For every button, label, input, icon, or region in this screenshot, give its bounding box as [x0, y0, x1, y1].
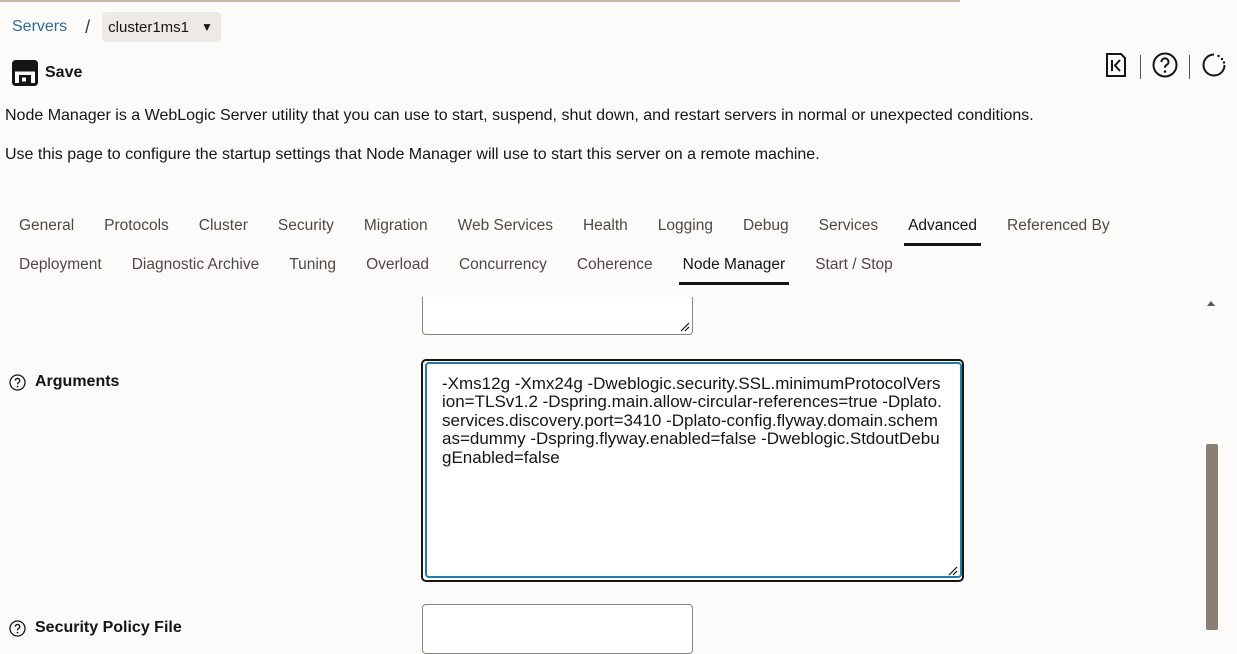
tab-overload[interactable]: Overload: [366, 248, 429, 282]
security-policy-label: Security Policy File: [9, 619, 182, 637]
toolbar-divider: [1189, 55, 1190, 79]
tab-deployment[interactable]: Deployment: [19, 248, 102, 282]
scroll-up-arrow-icon[interactable]: [1207, 301, 1215, 306]
arguments-value[interactable]: -Xms12g -Xmx24g -Dweblogic.security.SSL.…: [442, 374, 942, 467]
tab-advanced[interactable]: Advanced: [904, 209, 981, 246]
top-border: [0, 0, 960, 2]
page-toolbar: [1103, 50, 1227, 80]
security-policy-label-text: Security Policy File: [35, 619, 182, 636]
arguments-label-text: Arguments: [35, 373, 120, 390]
tab-security[interactable]: Security: [278, 209, 334, 243]
breadcrumb-separator: /: [85, 16, 91, 37]
tab-health[interactable]: Health: [583, 209, 628, 243]
tab-web-services[interactable]: Web Services: [458, 209, 553, 243]
save-label: Save: [45, 64, 83, 81]
tab-cluster[interactable]: Cluster: [199, 209, 248, 243]
scrollbar-thumb[interactable]: [1206, 444, 1218, 630]
tab-services[interactable]: Services: [819, 209, 878, 243]
breadcrumb: Servers / cluster1ms1 ▼: [12, 12, 221, 42]
server-select-value: cluster1ms1: [108, 18, 189, 36]
tab-start-stop[interactable]: Start / Stop: [815, 248, 893, 282]
back-to-start-icon[interactable]: [1103, 52, 1129, 78]
resize-grip-icon[interactable]: [948, 566, 958, 576]
previous-field-textarea[interactable]: [422, 297, 693, 335]
tab-protocols[interactable]: Protocols: [104, 209, 169, 243]
page-description: Node Manager is a WebLogic Server utilit…: [5, 107, 1034, 124]
toolbar-divider: [1140, 55, 1141, 79]
floppy-disk-icon: [12, 60, 38, 86]
arguments-label: Arguments: [9, 373, 119, 391]
refresh-icon[interactable]: [1201, 52, 1227, 78]
tab-diagnostic-archive[interactable]: Diagnostic Archive: [132, 248, 260, 282]
save-button[interactable]: Save: [12, 60, 82, 86]
security-policy-input[interactable]: [422, 604, 693, 654]
breadcrumb-servers-link[interactable]: Servers: [12, 18, 67, 36]
help-icon[interactable]: [9, 619, 26, 637]
page-instructions: Use this page to configure the startup s…: [5, 146, 820, 163]
tab-coherence[interactable]: Coherence: [577, 248, 653, 282]
tab-bar-secondary: Deployment Diagnostic Archive Tuning Ove…: [0, 248, 893, 285]
tab-tuning[interactable]: Tuning: [289, 248, 336, 282]
server-select[interactable]: cluster1ms1 ▼: [102, 12, 221, 42]
tab-general[interactable]: General: [19, 209, 74, 243]
resize-grip-icon[interactable]: [680, 322, 690, 332]
chevron-down-icon: ▼: [201, 20, 213, 34]
tab-logging[interactable]: Logging: [658, 209, 713, 243]
tab-node-manager[interactable]: Node Manager: [678, 248, 789, 285]
tab-concurrency[interactable]: Concurrency: [459, 248, 547, 282]
tab-debug[interactable]: Debug: [743, 209, 789, 243]
help-icon[interactable]: [9, 373, 26, 391]
tab-migration[interactable]: Migration: [364, 209, 428, 243]
arguments-textarea[interactable]: -Xms12g -Xmx24g -Dweblogic.security.SSL.…: [421, 359, 964, 582]
tab-bar-primary: General Protocols Cluster Security Migra…: [0, 209, 1110, 246]
tab-referenced-by[interactable]: Referenced By: [1007, 209, 1110, 243]
help-icon[interactable]: [1152, 52, 1178, 78]
